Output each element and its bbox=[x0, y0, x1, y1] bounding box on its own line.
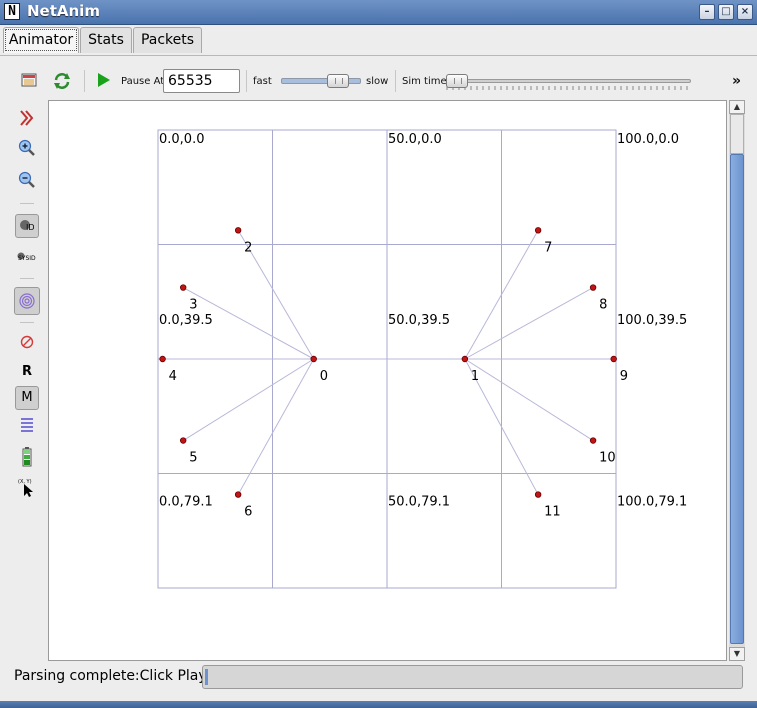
node-7[interactable] bbox=[534, 227, 542, 234]
node-id-label: ID bbox=[26, 223, 35, 232]
toolbar-separator bbox=[246, 70, 247, 92]
node-label: 1 bbox=[471, 369, 479, 384]
window-title: NetAnim bbox=[27, 2, 100, 20]
open-file-icon[interactable] bbox=[20, 72, 38, 88]
speed-slider-handle[interactable] bbox=[326, 74, 349, 88]
pause-at-input[interactable] bbox=[163, 69, 240, 93]
sidebar-separator bbox=[20, 203, 34, 204]
grid-coordinate-label: 50.0,79.1 bbox=[388, 494, 450, 509]
node-label: 11 bbox=[544, 505, 561, 520]
play-icon[interactable] bbox=[97, 73, 111, 87]
fast-forward-icon[interactable] bbox=[15, 106, 39, 130]
node-label: 3 bbox=[189, 298, 197, 313]
node-9[interactable] bbox=[610, 355, 617, 363]
toolbar-overflow-button[interactable]: » bbox=[732, 73, 741, 89]
wireless-circles-icon bbox=[19, 293, 35, 309]
node-6[interactable] bbox=[234, 491, 242, 498]
node-label: 7 bbox=[544, 240, 552, 255]
zoom-in-icon[interactable] bbox=[15, 136, 39, 160]
sim-time-ticks bbox=[446, 86, 688, 90]
link-line bbox=[182, 358, 314, 441]
zoom-out-icon[interactable] bbox=[15, 168, 39, 192]
pause-at-label: Pause At bbox=[121, 76, 165, 87]
node-label: 6 bbox=[244, 505, 252, 520]
window-bottom-edge bbox=[0, 701, 757, 708]
link-line bbox=[464, 287, 594, 360]
node-5[interactable] bbox=[179, 437, 187, 444]
show-node-id-button[interactable]: ID bbox=[15, 214, 39, 238]
wireless-circles-button[interactable] bbox=[14, 287, 40, 315]
grid-coordinate-label: 100.0,0.0 bbox=[617, 132, 679, 147]
no-packets-icon[interactable] bbox=[15, 330, 39, 354]
vertical-scrollbar[interactable]: ▲ ▼ bbox=[729, 100, 745, 661]
node-2[interactable] bbox=[234, 227, 242, 234]
link-line bbox=[237, 358, 315, 495]
node-4[interactable] bbox=[159, 355, 166, 363]
scrollbar-track-top[interactable] bbox=[730, 114, 744, 154]
grid-coordinate-label: 50.0,39.5 bbox=[388, 313, 450, 328]
tab-bar: Animator Stats Packets bbox=[0, 25, 757, 56]
fast-label: fast bbox=[253, 76, 272, 87]
tab-packets[interactable]: Packets bbox=[133, 27, 202, 53]
routing-button[interactable]: R bbox=[15, 360, 39, 384]
node-label: 2 bbox=[244, 240, 252, 255]
app-icon: N bbox=[4, 3, 20, 20]
toolbar: Pause At fast slow Sim time » bbox=[0, 56, 757, 100]
status-text: Parsing complete:Click Play bbox=[14, 668, 207, 684]
sidebar-separator bbox=[20, 278, 34, 279]
tab-animator[interactable]: Animator bbox=[3, 27, 79, 53]
link-line bbox=[464, 358, 594, 441]
node-label: 8 bbox=[599, 298, 607, 313]
scrollbar-thumb[interactable] bbox=[730, 154, 744, 644]
grid-coordinate-label: 0.0,79.1 bbox=[159, 494, 213, 509]
sim-time-slider-handle[interactable] bbox=[446, 74, 468, 88]
topology-view[interactable]: 0.0,0.0 50.0,0.0 100.0,0.0 0.0,39.5 50.0,39.… bbox=[49, 101, 726, 660]
maximize-button[interactable]: □ bbox=[718, 4, 734, 20]
reload-icon[interactable] bbox=[52, 71, 72, 91]
node-label: 5 bbox=[189, 451, 197, 466]
slow-label: slow bbox=[366, 76, 389, 87]
mouse-pointer-icon bbox=[24, 484, 33, 497]
left-tool-bar: ID SYSID R M (X, Y) bbox=[8, 100, 44, 660]
title-bar[interactable]: N NetAnim – □ × bbox=[0, 0, 757, 25]
sidebar-separator bbox=[20, 322, 34, 323]
grid-coordinate-label: 0.0,0.0 bbox=[159, 132, 204, 147]
grid-coordinate-label: 50.0,0.0 bbox=[388, 132, 442, 147]
metadata-button[interactable]: M bbox=[15, 386, 39, 410]
system-id-label: SYSID bbox=[18, 255, 36, 262]
node-11[interactable] bbox=[534, 491, 542, 498]
node-label: 10 bbox=[599, 451, 616, 466]
minimize-button[interactable]: – bbox=[699, 4, 715, 20]
node-10[interactable] bbox=[589, 437, 597, 444]
node-1[interactable] bbox=[461, 355, 469, 363]
node-label: 0 bbox=[320, 369, 328, 384]
grid-coordinate-label: 100.0,79.1 bbox=[617, 494, 687, 509]
scroll-down-arrow-icon[interactable]: ▼ bbox=[729, 647, 745, 661]
tab-stats[interactable]: Stats bbox=[80, 27, 132, 53]
node-0[interactable] bbox=[310, 355, 317, 363]
parse-progress-bar bbox=[202, 665, 743, 689]
grid-coordinate-label: 0.0,39.5 bbox=[159, 313, 213, 328]
sim-time-label: Sim time bbox=[402, 76, 447, 87]
node-label: 9 bbox=[620, 369, 628, 384]
mouse-position-button[interactable]: (X, Y) bbox=[15, 474, 39, 498]
scroll-up-arrow-icon[interactable]: ▲ bbox=[729, 100, 745, 114]
animation-canvas[interactable]: 0.0,0.0 50.0,0.0 100.0,0.0 0.0,39.5 50.0,39.… bbox=[48, 100, 727, 661]
toolbar-separator bbox=[395, 70, 396, 92]
node-label: 4 bbox=[169, 369, 177, 384]
battery-icon[interactable] bbox=[15, 445, 39, 469]
sim-time-slider-track[interactable] bbox=[446, 79, 691, 83]
speed-slider-track[interactable] bbox=[281, 78, 361, 84]
close-button[interactable]: × bbox=[737, 4, 753, 20]
toolbar-separator bbox=[84, 70, 85, 92]
node-3[interactable] bbox=[179, 284, 187, 291]
link-list-icon[interactable] bbox=[15, 414, 39, 438]
node-8[interactable] bbox=[589, 284, 597, 291]
show-system-id-button[interactable]: SYSID bbox=[15, 246, 39, 270]
grid-coordinate-label: 100.0,39.5 bbox=[617, 313, 687, 328]
netanim-window: N NetAnim – □ × Animator Stats Packets P… bbox=[0, 0, 757, 708]
